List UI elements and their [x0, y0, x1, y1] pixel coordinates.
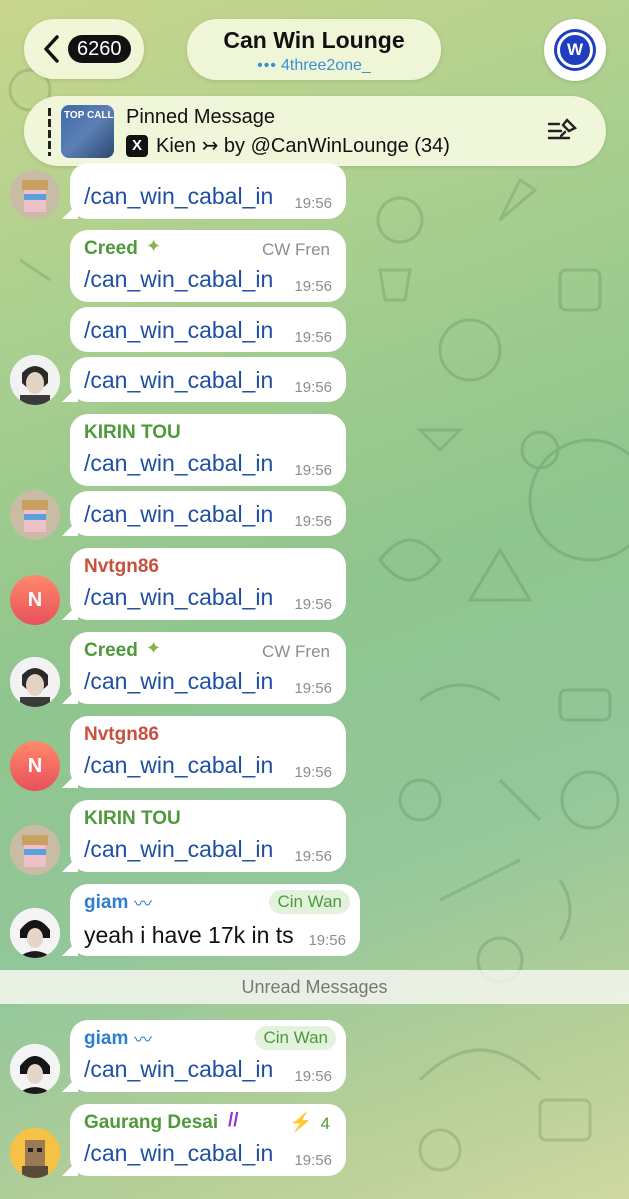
command-link[interactable]: /can_win_cabal_in [84, 752, 273, 779]
command-link[interactable]: /can_win_cabal_in [84, 1140, 273, 1167]
pinned-thumbnail: TOP CALL [61, 105, 114, 158]
sender-name[interactable]: Gaurang Desai [84, 1112, 218, 1134]
chat-header: 6260 Can Win Lounge ••• 4three2one_ W TOP… [0, 0, 629, 170]
message-bubble[interactable]: giam 〰 Cin Wan /can_win_cabal_in 19:56 [70, 1020, 346, 1092]
nexus-logo-icon: // [228, 1110, 239, 1131]
sparkle-icon: ✦ [146, 638, 162, 658]
command-link[interactable]: /can_win_cabal_in [84, 836, 273, 863]
member-tag: CW Fren [262, 240, 330, 259]
avatar-kirin[interactable] [10, 825, 60, 875]
message-time: 19:56 [294, 848, 332, 865]
can-win-logo-icon: W [557, 32, 593, 68]
message-time: 19:56 [294, 680, 332, 697]
avatar-nvtgn86[interactable]: N [10, 741, 60, 791]
member-tag: Cin Wan [269, 890, 350, 914]
sender-name[interactable]: Creed [84, 238, 138, 260]
avatar-kirin[interactable] [10, 170, 60, 220]
avatar-creed[interactable] [10, 355, 60, 405]
sender-name[interactable]: giam [84, 892, 128, 914]
command-link[interactable]: /can_win_cabal_in [84, 183, 273, 210]
sender-name[interactable]: giam [84, 1028, 128, 1050]
unread-count-badge: 6260 [68, 35, 131, 63]
chat-subtitle: ••• 4three2one_ [187, 57, 441, 75]
typing-dots-icon: ••• [257, 57, 277, 74]
sender-name[interactable]: KIRIN TOU [84, 422, 181, 444]
pin-list-icon[interactable] [547, 116, 581, 146]
avatar-giam[interactable] [10, 908, 60, 958]
message-bubble[interactable]: Gaurang Desai // ⚡ 4 /can_win_cabal_in 1… [70, 1104, 346, 1176]
unread-divider: Unread Messages [0, 970, 629, 1004]
command-link[interactable]: /can_win_cabal_in [84, 584, 273, 611]
chat-title-pill[interactable]: Can Win Lounge ••• 4three2one_ [187, 19, 441, 80]
chart-down-icon: 〰 [134, 1030, 152, 1050]
message-bubble[interactable]: /can_win_cabal_in 19:56 [70, 163, 346, 219]
avatar-gaurang[interactable] [10, 1128, 60, 1178]
member-tag: CW Fren [262, 642, 330, 661]
message-time: 19:56 [294, 329, 332, 346]
message-text: yeah i have 17k in ts [84, 922, 294, 948]
sparkle-icon: ✦ [146, 236, 162, 256]
member-tag: Cin Wan [255, 1026, 336, 1050]
message-bubble[interactable]: Creed ✦ CW Fren /can_win_cabal_in 19:56 [70, 230, 346, 302]
pinned-indicator [48, 108, 51, 156]
reaction-count: 4 [320, 1114, 330, 1133]
command-link[interactable]: /can_win_cabal_in [84, 367, 273, 394]
message-bubble[interactable]: /can_win_cabal_in 19:56 [70, 307, 346, 352]
message-bubble[interactable]: KIRIN TOU /can_win_cabal_in 19:56 [70, 800, 346, 872]
sender-name[interactable]: Nvtgn86 [84, 556, 159, 578]
message-time: 19:56 [294, 379, 332, 396]
pinned-thumbnail-text: TOP CALL [64, 110, 114, 121]
message-bubble[interactable]: Creed ✦ CW Fren /can_win_cabal_in 19:56 [70, 632, 346, 704]
message-time: 19:56 [294, 195, 332, 212]
group-avatar[interactable]: W [544, 19, 606, 81]
back-button[interactable]: 6260 [24, 19, 144, 79]
message-time: 19:56 [294, 764, 332, 781]
lightning-icon: ⚡ [289, 1112, 312, 1132]
avatar-kirin[interactable] [10, 490, 60, 540]
message-time: 19:56 [294, 513, 332, 530]
message-bubble[interactable]: KIRIN TOU /can_win_cabal_in 19:56 [70, 414, 346, 486]
message-time: 19:56 [294, 462, 332, 479]
chat-title: Can Win Lounge [223, 27, 405, 53]
chevron-left-icon [44, 35, 59, 63]
typing-user: 4three2one_ [280, 57, 371, 74]
command-link[interactable]: /can_win_cabal_in [84, 450, 273, 477]
message-bubble[interactable]: /can_win_cabal_in 19:56 [70, 491, 346, 536]
avatar-giam[interactable] [10, 1044, 60, 1094]
message-bubble[interactable]: Nvtgn86 /can_win_cabal_in 19:56 [70, 716, 346, 788]
pinned-title: Pinned Message [126, 106, 275, 128]
sender-name[interactable]: Creed [84, 640, 138, 662]
sender-name[interactable]: KIRIN TOU [84, 808, 181, 830]
command-link[interactable]: /can_win_cabal_in [84, 668, 273, 695]
x-logo-icon: X [126, 134, 148, 157]
command-link[interactable]: /can_win_cabal_in [84, 1056, 273, 1083]
message-bubble[interactable]: /can_win_cabal_in 19:56 [70, 357, 346, 402]
pinned-message-bar[interactable]: TOP CALL Pinned Message X Kien ↣ by @Can… [24, 96, 606, 166]
message-time: 19:56 [294, 596, 332, 613]
command-link[interactable]: /can_win_cabal_in [84, 317, 273, 344]
sender-name[interactable]: Nvtgn86 [84, 724, 159, 746]
avatar-nvtgn86[interactable]: N [10, 575, 60, 625]
pinned-preview-row: X Kien ↣ by @CanWinLounge (34) [126, 133, 450, 158]
message-time: 19:56 [308, 932, 346, 949]
command-link[interactable]: /can_win_cabal_in [84, 501, 273, 528]
avatar-creed[interactable] [10, 657, 60, 707]
chart-down-icon: 〰 [134, 894, 152, 914]
message-bubble[interactable]: giam 〰 Cin Wan yeah i have 17k in ts 19:… [70, 884, 360, 956]
composer-edge [0, 1192, 629, 1199]
pinned-preview: Kien ↣ by @CanWinLounge (34) [156, 135, 450, 157]
command-link[interactable]: /can_win_cabal_in [84, 266, 273, 293]
message-time: 19:56 [294, 278, 332, 295]
message-bubble[interactable]: Nvtgn86 /can_win_cabal_in 19:56 [70, 548, 346, 620]
message-time: 19:56 [294, 1152, 332, 1169]
message-time: 19:56 [294, 1068, 332, 1085]
